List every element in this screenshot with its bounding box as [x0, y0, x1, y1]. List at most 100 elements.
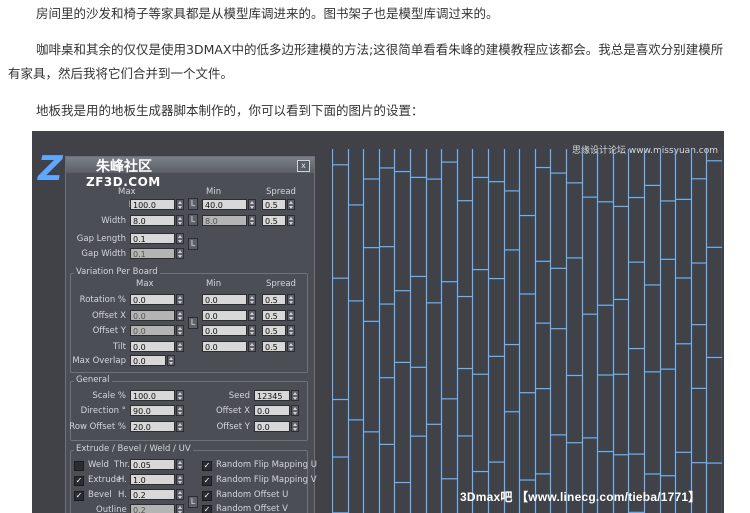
direction-input[interactable]: 90.0 [130, 405, 175, 416]
offset-x-spread-spinner[interactable] [287, 309, 295, 321]
offset-x-min-input[interactable]: 0.0 [202, 309, 247, 321]
max-overlap-label: Max Overlap [72, 356, 126, 366]
weld-label: Weld [88, 460, 109, 470]
bevel-label: Bevel [88, 490, 112, 500]
length-spread-input[interactable]: 0.5 [262, 199, 286, 210]
tilt-max-spinner[interactable] [176, 340, 184, 352]
tilt-min-input[interactable]: 0.0 [202, 340, 247, 352]
offset-x-input[interactable]: 0.0 [254, 405, 290, 416]
gap-length-input[interactable]: 0.1 [130, 233, 175, 244]
gap-width-label: Gap Width [81, 249, 126, 259]
rotation-max-spinner[interactable] [176, 294, 184, 305]
offset-y-min-input[interactable]: 0.0 [202, 325, 247, 336]
rfm-v-checkbox[interactable]: ✓ [202, 476, 212, 486]
outline-label: Outline [96, 505, 127, 513]
offset-x-min-spinner[interactable] [248, 309, 256, 321]
extrude-h-spinner[interactable] [176, 474, 184, 485]
outline-input[interactable]: 0.2 [130, 504, 175, 513]
offset-y-label: Offset Y [216, 422, 250, 432]
offset-y-label: Offset Y [92, 326, 126, 336]
rfm-u-checkbox[interactable]: ✓ [202, 461, 212, 471]
length-min-spinner[interactable] [248, 199, 256, 210]
variation-header-spread: Spread [266, 279, 296, 289]
extrude-checkbox[interactable]: ✓ [74, 476, 84, 486]
seed-spinner[interactable] [291, 390, 299, 401]
seed-label: Seed [228, 391, 250, 401]
bevel-h-input[interactable]: 0.2 [130, 489, 175, 500]
gap-length-spinner[interactable] [176, 233, 184, 244]
width-max-input[interactable]: 8.0 [130, 215, 175, 226]
ro-v-label: Random Offset V [216, 504, 288, 513]
row-offset-spinner[interactable] [176, 421, 184, 432]
ro-u-checkbox[interactable]: ✓ [202, 491, 212, 501]
length-max-spinner[interactable] [176, 199, 184, 210]
weld-checkbox[interactable] [74, 461, 84, 471]
rotation-max-input[interactable]: 0.0 [130, 294, 175, 305]
seed-input[interactable]: 12345 [254, 390, 290, 401]
scale-spinner[interactable] [176, 390, 184, 401]
weld-thr-spinner[interactable] [176, 459, 184, 470]
outline-spinner[interactable] [176, 504, 184, 513]
extrude-label: Extrude [88, 475, 122, 485]
offset-x-label: Offset X [91, 310, 126, 321]
offset-y-max-spinner[interactable] [176, 325, 184, 336]
rotation-min-input[interactable]: 0.0 [202, 294, 247, 305]
offset-y-spread-spinner[interactable] [287, 325, 295, 336]
tilt-max-input[interactable]: 0.0 [130, 340, 175, 352]
max-overlap-input[interactable]: 0.0 [130, 355, 166, 366]
offset-x-spinner[interactable] [291, 405, 299, 416]
width-min-spinner[interactable] [248, 215, 256, 226]
row-offset-label: Row Offset % [69, 422, 126, 432]
length-spread-spinner[interactable] [287, 199, 295, 210]
general-title: General [74, 375, 112, 385]
gap-lock-button[interactable]: L [188, 238, 198, 250]
scale-input[interactable]: 100.0 [130, 390, 175, 401]
floor-preview [332, 149, 722, 513]
bevel-checkbox[interactable]: ✓ [74, 491, 84, 501]
length-max-input[interactable]: 100.0 [130, 199, 175, 210]
extrude-h-input[interactable]: 1.0 [130, 474, 175, 485]
tilt-min-spinner[interactable] [248, 340, 256, 352]
offset-x-max-spinner[interactable] [176, 309, 184, 321]
direction-label: Direction ° [80, 406, 126, 416]
length-lock-button[interactable]: L [188, 198, 198, 210]
paragraph-coffee-table-cont: 有家具，然后我将它们合并到一个文件。 [8, 66, 234, 81]
tilt-spread-input[interactable]: 0.5 [262, 340, 286, 352]
gap-width-input[interactable]: 0.1 [130, 248, 175, 259]
tilt-spread-spinner[interactable] [287, 340, 295, 352]
length-min-input[interactable]: 40.0 [202, 199, 247, 210]
offset-y-spread-input[interactable]: 0.5 [262, 325, 286, 336]
variation-header-max: Max [136, 279, 154, 289]
panel-titlebar[interactable]: 朱峰社区 x [66, 157, 314, 175]
rotation-spread-spinner[interactable] [287, 294, 295, 305]
offset-y-spinner[interactable] [291, 421, 299, 432]
width-spread-spinner[interactable] [287, 215, 295, 226]
weld-thr-input[interactable]: 0.05 [130, 459, 175, 470]
paragraph-coffee-table: 咖啡桌和其余的仅仅是使用3DMAX中的低多边形建模的方法;这很简单看看朱峰的建模… [36, 42, 724, 57]
offset-y-input[interactable]: 0.0 [254, 421, 290, 432]
width-min-input[interactable]: 8.0 [202, 215, 247, 226]
variation-lock-button[interactable]: L [188, 317, 198, 329]
panel-title: 朱峰社区 [96, 159, 152, 175]
extrude-h-label: H. [118, 475, 127, 485]
width-max-spinner[interactable] [176, 215, 184, 226]
gap-width-spinner[interactable] [176, 248, 184, 259]
offset-x-max-input[interactable]: 0.0 [130, 309, 175, 321]
rotation-min-spinner[interactable] [248, 294, 256, 305]
width-lock-button[interactable]: L [188, 214, 198, 226]
width-spread-input[interactable]: 0.5 [262, 215, 286, 226]
weld-thr-label: Thr. [114, 460, 130, 470]
bevel-h-spinner[interactable] [176, 489, 184, 500]
row-offset-input[interactable]: 20.0 [130, 421, 175, 432]
offset-x-spread-input[interactable]: 0.5 [262, 309, 286, 321]
offset-y-max-input[interactable]: 0.0 [130, 325, 175, 336]
offset-y-min-spinner[interactable] [248, 325, 256, 336]
bevel-lock-button[interactable]: L [188, 496, 198, 508]
close-icon[interactable]: x [297, 160, 310, 172]
bevel-h-label: H. [118, 490, 127, 500]
direction-spinner[interactable] [176, 405, 184, 416]
max-overlap-spinner[interactable] [167, 355, 175, 366]
variation-title: Variation Per Board [74, 267, 160, 277]
ro-v-checkbox[interactable]: ✓ [202, 505, 212, 513]
rotation-spread-input[interactable]: 0.5 [262, 294, 286, 305]
